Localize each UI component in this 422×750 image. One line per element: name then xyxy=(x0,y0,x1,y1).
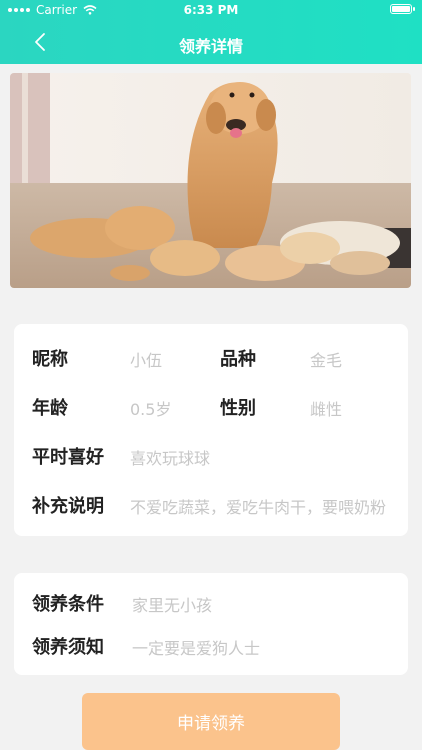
nav-header: Carrier 6:33 PM 领养详情 xyxy=(0,0,422,64)
notice-label: 领养须知 xyxy=(32,637,104,658)
gender-value: 雌性 xyxy=(310,400,343,419)
age-value: 0.5岁 xyxy=(130,400,172,419)
breed-value: 金毛 xyxy=(310,351,343,370)
hobby-value: 喜欢玩球球 xyxy=(130,449,211,468)
notes-label: 补充说明 xyxy=(32,496,104,517)
nickname-label: 昵称 xyxy=(32,349,68,370)
nickname-value: 小伍 xyxy=(130,351,163,370)
pet-info-card: 昵称 小伍 品种 金毛 年龄 0.5岁 性别 雌性 平时喜好 喜欢玩球球 补充说… xyxy=(14,324,408,536)
apply-adoption-button[interactable]: 申请领养 xyxy=(82,693,340,750)
status-time: 6:33 PM xyxy=(183,3,239,17)
hobby-label: 平时喜好 xyxy=(32,447,104,468)
battery-icon xyxy=(390,4,415,14)
status-bar: Carrier 6:33 PM xyxy=(0,0,422,20)
page-title: 领养详情 xyxy=(178,37,243,56)
pet-photo xyxy=(10,73,411,288)
age-label: 年龄 xyxy=(32,398,68,419)
condition-value: 家里无小孩 xyxy=(132,596,213,615)
notes-value: 不爱吃蔬菜，爱吃牛肉干，要喂奶粉 xyxy=(130,498,387,517)
gender-label: 性别 xyxy=(220,398,256,419)
breed-label: 品种 xyxy=(220,349,256,370)
condition-label: 领养条件 xyxy=(32,594,104,615)
dog-photo-illustration xyxy=(10,73,411,288)
notice-value: 一定要是爱狗人士 xyxy=(132,639,261,658)
adoption-card: 领养条件 家里无小孩 领养须知 一定要是爱狗人士 xyxy=(14,573,408,675)
